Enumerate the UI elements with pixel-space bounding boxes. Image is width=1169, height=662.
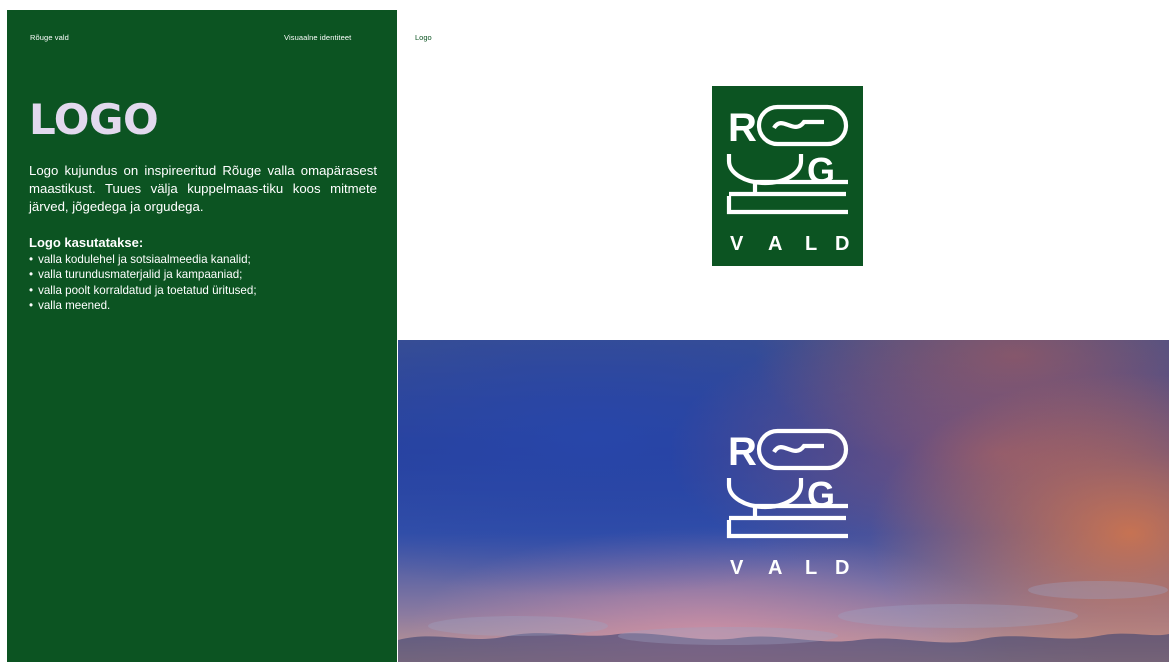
usage-item: valla poolt korraldatud ja toetatud ürit… bbox=[29, 283, 257, 298]
logo-letter-g: G bbox=[807, 150, 835, 191]
rouge-vald-logo-icon: R G V A L D bbox=[726, 104, 849, 255]
logo-letter-r: R bbox=[728, 106, 757, 150]
section-name: Visuaalne identiteet bbox=[284, 33, 352, 42]
usage-item: valla turundusmaterjalid ja kampaaniad; bbox=[29, 267, 257, 282]
info-panel: Rõuge vald Visuaalne identiteet LOGO Log… bbox=[7, 10, 397, 662]
logo-vald-v: V bbox=[730, 233, 744, 255]
rouge-vald-logo-white-icon: R G V A L D bbox=[726, 428, 849, 579]
logo-letter-r: R bbox=[728, 430, 757, 474]
usage-item: valla kodulehel ja sotsiaalmeedia kanali… bbox=[29, 252, 257, 267]
logo-letter-g: G bbox=[807, 474, 835, 515]
logo-vald-v: V bbox=[730, 557, 744, 579]
logo-vald-a: A bbox=[768, 233, 782, 255]
logo-section-label: Logo bbox=[415, 33, 432, 42]
usage-list: valla kodulehel ja sotsiaalmeedia kanali… bbox=[29, 252, 257, 314]
logo-on-sky: R G V A L D bbox=[712, 410, 863, 590]
usage-item: valla meened. bbox=[29, 298, 257, 313]
org-name: Rõuge vald bbox=[30, 33, 69, 42]
intro-text: Logo kujundus on inspireeritud Rõuge val… bbox=[29, 163, 377, 214]
page-title: LOGO bbox=[29, 95, 159, 144]
logo-vald-d: D bbox=[835, 233, 849, 255]
logo-vald-l: L bbox=[805, 233, 817, 255]
usage-heading: Logo kasutatakse: bbox=[29, 235, 144, 250]
logo-vald-a: A bbox=[768, 557, 782, 579]
logo-vald-d: D bbox=[835, 557, 849, 579]
logo-vald-l: L bbox=[805, 557, 817, 579]
logo-on-green: R G V A L D bbox=[712, 86, 863, 266]
